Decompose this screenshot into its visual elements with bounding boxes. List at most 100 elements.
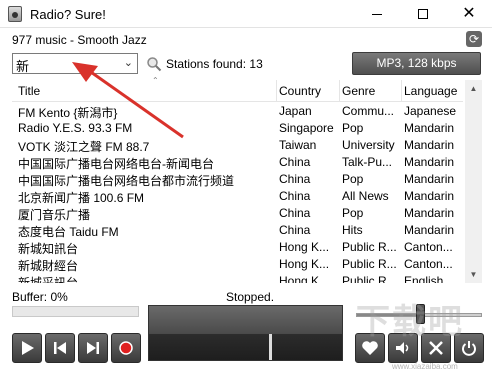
speaker-icon xyxy=(396,342,409,354)
current-station-name: 977 music - Smooth Jazz xyxy=(12,33,147,47)
sort-indicator-icon: ⌃ xyxy=(152,76,159,85)
cell-language: Mandarin xyxy=(404,138,455,152)
cell-title: VOTK 淡江之聲 FM 88.7 xyxy=(18,140,150,154)
cell-language: Canton... xyxy=(404,257,453,271)
table-row[interactable]: 新城知訊台 Hong K... Public R... Canton... xyxy=(12,239,463,256)
cell-language: Mandarin xyxy=(404,189,455,203)
column-header-title[interactable]: Title xyxy=(18,84,40,98)
cell-genre: Public R... xyxy=(342,240,397,254)
table-row[interactable]: 北京新闻广播 100.6 FM China All News Mandarin xyxy=(12,188,463,205)
station-list-header: ⌃ Title Country Genre Language xyxy=(12,76,463,102)
buffer-label: Buffer: 0% xyxy=(12,290,68,304)
cell-country: China xyxy=(279,155,311,169)
cell-genre: Hits xyxy=(342,223,363,237)
table-row[interactable]: 新城采訊台 Hong K... Public R... English xyxy=(12,273,463,283)
cell-genre: Commu... xyxy=(342,104,395,118)
cell-language: English xyxy=(404,274,444,283)
watermark-url: www.xiazaiba.com xyxy=(392,362,458,371)
volume-fill xyxy=(357,314,418,316)
refresh-button[interactable]: ⟳ xyxy=(466,31,482,47)
tools-button[interactable] xyxy=(421,333,451,363)
cell-language: Mandarin xyxy=(404,121,455,135)
cell-title: 厦门音乐广播 xyxy=(18,208,91,222)
volume-button[interactable] xyxy=(388,333,418,363)
cell-title: 中国国际广播电台网络电台都市流行频道 xyxy=(18,174,235,188)
visualizer-panel xyxy=(148,305,343,361)
maximize-button[interactable] xyxy=(400,0,446,28)
cell-language: Mandarin xyxy=(404,206,455,220)
minimize-button[interactable] xyxy=(354,0,400,28)
play-button[interactable] xyxy=(12,333,42,363)
cell-language: Mandarin xyxy=(404,155,455,169)
power-icon xyxy=(462,341,476,356)
cell-title: 新城知訊台 xyxy=(18,242,79,256)
cell-title: FM Kento {新潟市} xyxy=(18,106,118,120)
play-icon xyxy=(22,341,34,355)
maximize-icon xyxy=(418,9,428,19)
scroll-up-icon[interactable]: ▲ xyxy=(465,80,482,97)
search-value: 新 xyxy=(16,59,30,74)
cell-genre: Public R... xyxy=(342,257,397,271)
heart-icon xyxy=(362,341,378,355)
table-row[interactable]: FM Kento {新潟市} Japan Commu... Japanese xyxy=(12,103,463,120)
cell-country: China xyxy=(279,172,311,186)
buffer-progress-bar xyxy=(12,306,139,317)
format-button[interactable]: MP3, 128 kbps xyxy=(352,52,481,75)
refresh-icon: ⟳ xyxy=(468,32,480,46)
cell-title: 新城采訊台 xyxy=(18,276,79,283)
table-row[interactable]: Radio Y.E.S. 93.3 FM Singapore Pop Manda… xyxy=(12,120,463,137)
cell-title: 中国国际广播电台网络电台-新闻电台 xyxy=(18,157,214,171)
chevron-down-icon[interactable]: ⌄ xyxy=(124,56,133,69)
power-button[interactable] xyxy=(454,333,484,363)
cell-title: Radio Y.E.S. 93.3 FM xyxy=(18,121,133,135)
cell-country: Hong K... xyxy=(279,240,330,254)
cell-language: Japanese xyxy=(404,104,457,118)
table-row[interactable]: 新城財經台 Hong K... Public R... Canton... xyxy=(12,256,463,273)
vertical-scrollbar[interactable]: ▲ ▼ xyxy=(465,80,482,283)
table-row[interactable]: 厦门音乐广播 China Pop Mandarin xyxy=(12,205,463,222)
table-row[interactable]: VOTK 淡江之聲 FM 88.7 Taiwan University Mand… xyxy=(12,137,463,154)
cell-title: 态度电台 Taidu FM xyxy=(18,225,119,239)
cell-genre: Public R... xyxy=(342,274,397,283)
cell-language: Canton... xyxy=(404,240,453,254)
volume-slider-thumb[interactable] xyxy=(416,304,425,324)
visualizer-top xyxy=(149,306,342,334)
table-row[interactable]: 中国国际广播电台网络电台-新闻电台 China Talk-Pu... Manda… xyxy=(12,154,463,171)
cell-genre: Talk-Pu... xyxy=(342,155,393,169)
window-title: Radio? Sure! xyxy=(30,7,106,22)
table-row[interactable]: 态度电台 Taidu FM China Hits Mandarin xyxy=(12,222,463,239)
column-header-language[interactable]: Language xyxy=(404,84,457,98)
column-header-country[interactable]: Country xyxy=(279,84,321,98)
close-button[interactable]: ✕ xyxy=(446,0,492,28)
search-input[interactable]: 新 ⌄ xyxy=(12,53,138,74)
column-divider[interactable] xyxy=(276,80,277,102)
next-button[interactable] xyxy=(78,333,108,363)
previous-button[interactable] xyxy=(45,333,75,363)
cell-language: Mandarin xyxy=(404,223,455,237)
favorite-button[interactable] xyxy=(355,333,385,363)
previous-icon xyxy=(54,342,66,354)
cell-genre: All News xyxy=(342,189,389,203)
radio-app-icon xyxy=(8,6,22,22)
table-row[interactable]: 中国国际广播电台网络电台都市流行频道 China Pop Mandarin xyxy=(12,171,463,188)
cell-country: Hong K... xyxy=(279,257,330,271)
cell-title: 北京新闻广播 100.6 FM xyxy=(18,191,145,205)
title-bar: Radio? Sure! ✕ xyxy=(0,0,492,28)
column-divider[interactable] xyxy=(339,80,340,102)
magnifier-icon[interactable] xyxy=(146,56,162,72)
cell-genre: University xyxy=(342,138,395,152)
record-button[interactable] xyxy=(111,333,141,363)
scroll-down-icon[interactable]: ▼ xyxy=(465,266,482,283)
playback-status: Stopped. xyxy=(226,290,275,304)
visualizer-marker xyxy=(269,334,272,360)
cell-country: China xyxy=(279,223,311,237)
record-icon xyxy=(119,341,133,355)
tools-icon xyxy=(429,341,443,355)
cell-country: Japan xyxy=(279,104,312,118)
cell-country: Singapore xyxy=(279,121,334,135)
column-divider[interactable] xyxy=(401,80,402,102)
cell-genre: Pop xyxy=(342,121,364,135)
column-header-genre[interactable]: Genre xyxy=(342,84,375,98)
cell-genre: Pop xyxy=(342,206,364,220)
cell-genre: Pop xyxy=(342,172,364,186)
